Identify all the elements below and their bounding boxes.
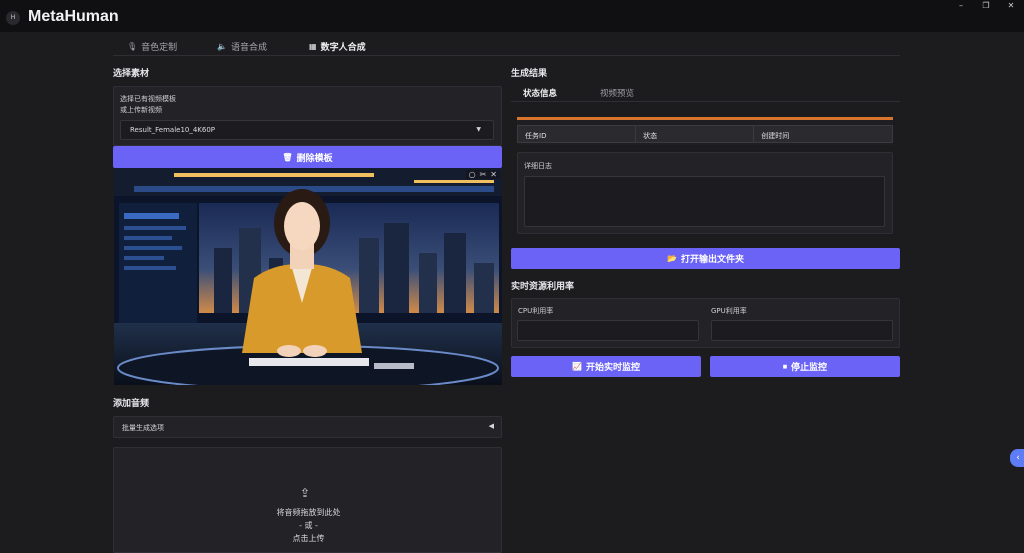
close-icon[interactable]: ✕ xyxy=(490,170,497,179)
cpu-usage-field xyxy=(517,320,699,341)
log-label: 详细日志 xyxy=(524,162,552,170)
scissors-icon[interactable]: ✂ xyxy=(480,170,487,179)
upload-prompt: 将音频拖放到此处 xyxy=(276,508,341,517)
gpu-usage-field xyxy=(711,320,893,341)
col-task-id: 任务ID xyxy=(518,126,637,142)
cpu-label: CPU利用率 xyxy=(518,307,554,315)
col-status: 状态 xyxy=(636,126,755,142)
template-label: 选择已有视频模板 xyxy=(120,95,176,103)
folder-icon: 📂 xyxy=(667,254,677,263)
news-studio-image xyxy=(114,168,502,385)
main-tabs: 🎙 音色定制 🔈 语音合成 ▦ 数字人合成 xyxy=(113,38,900,56)
circle-icon[interactable]: ○ xyxy=(469,170,476,179)
status-table-header: 任务ID 状态 创建时间 xyxy=(517,125,893,143)
tab-video-preview[interactable]: 视频预览 xyxy=(600,87,634,99)
mic-icon: 🎙 xyxy=(127,42,138,51)
open-folder-label: 打开输出文件夹 xyxy=(680,255,744,265)
caret-down-icon: ▼ xyxy=(476,126,481,133)
template-select[interactable]: Result_Female10_4K60P ▼ xyxy=(120,120,494,140)
material-section-title: 选择素材 xyxy=(113,69,150,79)
grid-icon: ▦ xyxy=(309,42,317,51)
upload-icon: ⇪ xyxy=(300,486,311,500)
app-title: MetaHuman xyxy=(28,8,119,25)
restore-button[interactable]: ❐ xyxy=(975,0,997,12)
video-toolbar: ○ ✂ ✕ xyxy=(465,170,500,179)
template-video-preview[interactable]: ○ ✂ ✕ xyxy=(114,168,502,385)
stop-monitor-button[interactable]: ⏹ 停止监控 xyxy=(710,356,900,377)
upload-click: 点击上传 xyxy=(292,534,325,543)
speaker-icon: 🔈 xyxy=(217,42,227,51)
open-output-folder-button[interactable]: 📂 打开输出文件夹 xyxy=(511,248,900,269)
trash-icon: 🗑 xyxy=(282,152,293,162)
start-monitor-button[interactable]: 📈 开始实时监控 xyxy=(511,356,701,377)
tab-status-info[interactable]: 状态信息 xyxy=(523,87,557,99)
delete-template-button[interactable]: 🗑 删除模板 xyxy=(113,146,502,168)
resource-section-title: 实时资源利用率 xyxy=(511,282,575,292)
close-button[interactable]: ✕ xyxy=(1000,0,1022,12)
delete-template-label: 删除模板 xyxy=(296,153,333,164)
title-bar: H MetaHuman – ❐ ✕ xyxy=(0,0,1024,32)
side-panel-toggle-icon[interactable]: ‹ xyxy=(1010,449,1024,467)
tab-digital-human[interactable]: ▦ 数字人合成 xyxy=(309,40,366,53)
tab-label: 语音合成 xyxy=(230,43,267,53)
audio-upload-dropzone[interactable]: ⇪ 将音频拖放到此处 - 或 - 点击上传 xyxy=(113,447,502,553)
upload-video-label: 或上传新视频 xyxy=(120,106,162,114)
minimize-button[interactable]: – xyxy=(950,0,972,12)
tab-speech-synthesis[interactable]: 🔈 语音合成 xyxy=(217,40,267,53)
log-textarea[interactable] xyxy=(524,176,885,227)
tab-voice-custom[interactable]: 🎙 音色定制 xyxy=(127,40,177,53)
stop-icon: ⏹ xyxy=(782,361,787,371)
app-logo-icon: H xyxy=(6,11,20,25)
caret-left-icon: ◀ xyxy=(488,422,494,430)
gpu-label: GPU利用率 xyxy=(711,307,747,315)
upload-or: - 或 - xyxy=(299,521,318,530)
tab-label: 数字人合成 xyxy=(320,43,366,53)
audio-section-title: 添加音频 xyxy=(113,399,150,409)
result-section-title: 生成结果 xyxy=(511,69,548,79)
chart-icon: 📈 xyxy=(572,362,582,371)
status-table: 任务ID 状态 创建时间 xyxy=(517,117,893,145)
template-select-value: Result_Female10_4K60P xyxy=(130,126,216,134)
col-created-time: 创建时间 xyxy=(761,132,790,140)
start-monitor-label: 开始实时监控 xyxy=(585,363,640,373)
tab-label: 音色定制 xyxy=(141,43,178,53)
batch-options-label: 批量生成选项 xyxy=(122,424,164,432)
result-tabs: 状态信息 视频预览 xyxy=(511,86,900,102)
batch-options-toggle[interactable]: 批量生成选项 ◀ xyxy=(113,416,502,438)
stop-monitor-label: 停止监控 xyxy=(790,363,827,373)
